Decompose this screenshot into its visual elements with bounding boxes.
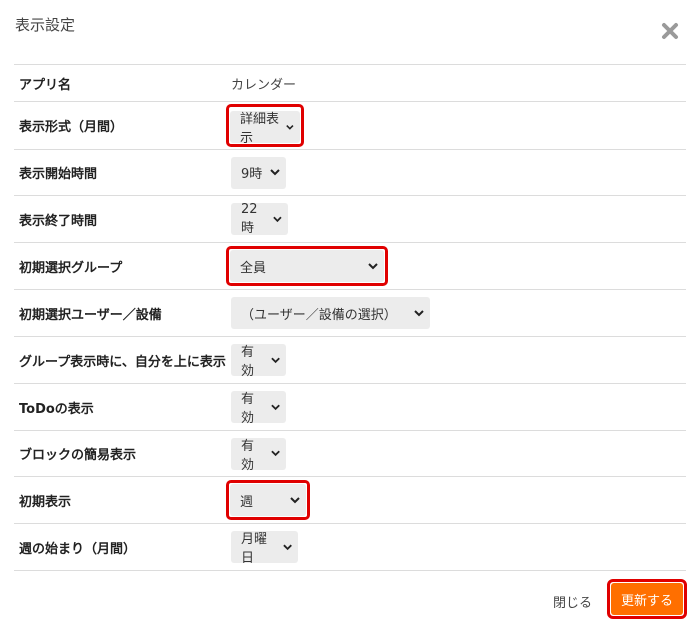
chevron-down-icon <box>270 169 280 176</box>
initial-group-select[interactable]: 全員 <box>230 250 384 282</box>
select-value: 週 <box>240 494 254 510</box>
row-initial-display: 初期表示 週 <box>14 477 686 524</box>
app-name-value: カレンダー <box>231 77 297 93</box>
settings-table: アプリ名 カレンダー 表示形式（月間） 詳細表示 表示開始時間 9時 表示終了時… <box>14 64 686 571</box>
row-label: ブロックの簡易表示 <box>19 448 137 463</box>
row-app-name: アプリ名 カレンダー <box>14 65 686 102</box>
dialog-title: 表示設定 <box>15 16 76 34</box>
display-format-select[interactable]: 詳細表示 <box>230 111 300 146</box>
chevron-down-icon <box>290 496 300 503</box>
row-display-format: 表示形式（月間） 詳細表示 <box>14 102 686 150</box>
end-time-select[interactable]: 22時 <box>231 202 288 236</box>
row-label: ToDoの表示 <box>19 401 94 417</box>
select-value: 22時 <box>241 202 258 236</box>
select-value: （ユーザー／設備の選択） <box>241 307 397 323</box>
select-value: 詳細表示 <box>240 112 280 146</box>
chevron-down-icon <box>271 404 280 410</box>
row-label: 初期選択ユーザー／設備 <box>19 307 162 323</box>
week-start-select[interactable]: 月曜日 <box>231 531 298 566</box>
row-todo: ToDoの表示 有効 <box>14 384 686 431</box>
start-time-select[interactable]: 9時 <box>231 156 286 189</box>
highlight-box: 全員 <box>226 246 388 286</box>
select-value: 有効 <box>241 345 255 379</box>
row-label: 表示終了時間 <box>19 213 98 229</box>
chevron-down-icon <box>271 450 280 457</box>
row-start-time: 表示開始時間 9時 <box>14 150 686 196</box>
block-simple-select[interactable]: 有効 <box>231 437 286 473</box>
row-label: 表示開始時間 <box>19 167 98 182</box>
highlight-box: 週 <box>226 480 310 520</box>
row-label: 初期選択グループ <box>19 260 123 276</box>
chevron-down-icon <box>286 124 294 130</box>
highlight-box: 更新する <box>607 579 687 619</box>
select-value: 有効 <box>241 392 255 426</box>
chevron-down-icon <box>368 262 378 269</box>
row-label: グループ表示時に、自分を上に表示 <box>19 354 226 370</box>
select-value: 9時 <box>241 167 263 182</box>
select-value: 全員 <box>240 260 267 276</box>
highlight-box: 詳細表示 <box>226 104 304 147</box>
row-label: アプリ名 <box>19 77 72 93</box>
chevron-down-icon <box>414 309 424 316</box>
initial-display-select[interactable]: 週 <box>230 484 306 516</box>
select-value: 月曜日 <box>241 532 268 566</box>
select-value: 有効 <box>241 438 255 473</box>
chevron-down-icon <box>283 544 292 550</box>
row-block-simple: ブロックの簡易表示 有効 <box>14 431 686 477</box>
todo-select[interactable]: 有効 <box>231 391 286 426</box>
row-week-start: 週の始まり（月間） 月曜日 <box>14 524 686 571</box>
row-label: 週の始まり（月間） <box>19 541 137 557</box>
chevron-down-icon <box>273 216 282 222</box>
self-on-top-select[interactable]: 有効 <box>231 344 286 379</box>
close-button[interactable]: 閉じる <box>553 592 592 611</box>
row-initial-user: 初期選択ユーザー／設備 （ユーザー／設備の選択） <box>14 290 686 337</box>
chevron-down-icon <box>271 357 280 363</box>
row-initial-group: 初期選択グループ 全員 <box>14 243 686 290</box>
update-button[interactable]: 更新する <box>611 583 683 615</box>
row-end-time: 表示終了時間 22時 <box>14 196 686 243</box>
settings-dialog: 表示設定 アプリ名 カレンダー 表示形式（月間） 詳細表示 表示開始時間 9時 <box>0 0 699 633</box>
initial-user-select[interactable]: （ユーザー／設備の選択） <box>231 297 430 329</box>
close-x-icon[interactable] <box>661 22 679 40</box>
row-self-on-top: グループ表示時に、自分を上に表示 有効 <box>14 337 686 384</box>
row-label: 表示形式（月間） <box>19 120 124 135</box>
row-label: 初期表示 <box>19 494 72 510</box>
